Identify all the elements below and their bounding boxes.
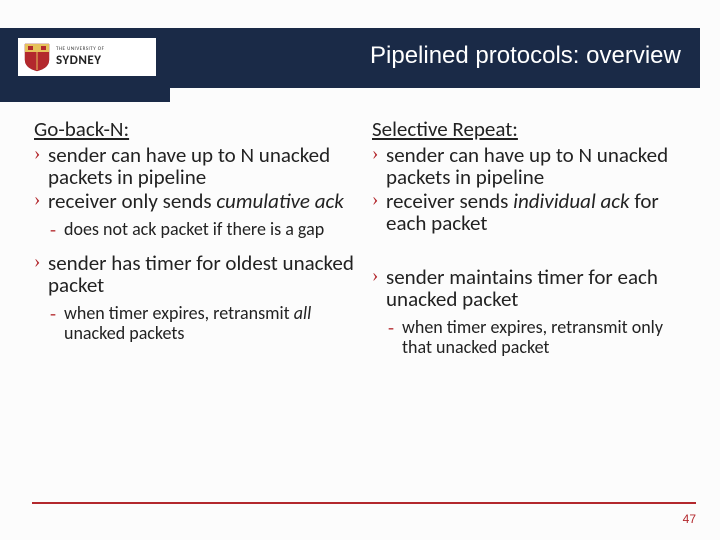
accent-block bbox=[0, 88, 170, 102]
bullet-mark: › bbox=[372, 190, 378, 210]
text-italic: all bbox=[294, 302, 312, 324]
university-logo: THE UNIVERSITY OF SYDNEY bbox=[18, 38, 156, 76]
logo-subtitle: THE UNIVERSITY OF bbox=[56, 47, 104, 52]
text: sender can have up to N unacked packets … bbox=[48, 142, 330, 190]
gbn-sub-1: -does not ack packet if there is a gap bbox=[50, 220, 354, 240]
text: when timer expires, retransmit only that… bbox=[402, 316, 663, 358]
bullet-mark: › bbox=[34, 190, 40, 210]
sr-sub-1: -when timer expires, retransmit only tha… bbox=[388, 318, 692, 358]
dash-mark: - bbox=[388, 318, 394, 338]
slide-title: Pipelined protocols: overview bbox=[370, 42, 700, 70]
gbn-bullet-2: › receiver only sends cumulative ack bbox=[34, 190, 354, 212]
bullet-mark: › bbox=[34, 144, 40, 164]
shield-icon bbox=[24, 42, 50, 72]
text: does not ack packet if there is a gap bbox=[64, 218, 324, 240]
sr-bullet-1: › sender can have up to N unacked packets… bbox=[372, 144, 692, 188]
text: sender maintains timer for each unacked … bbox=[386, 264, 658, 312]
left-column: Go-back-N: › sender can have up to N unac… bbox=[34, 116, 354, 358]
gbn-heading: Go-back-N: bbox=[34, 116, 354, 142]
sr-bullet-3: › sender maintains timer for each unacked… bbox=[372, 266, 692, 310]
page-number: 47 bbox=[683, 512, 696, 526]
gbn-bullet-1: › sender can have up to N unacked packets… bbox=[34, 144, 354, 188]
text: receiver only sends bbox=[48, 188, 216, 214]
right-column: Selective Repeat: › sender can have up to… bbox=[372, 116, 692, 358]
content: Go-back-N: › sender can have up to N unac… bbox=[34, 116, 692, 358]
bullet-mark: › bbox=[372, 144, 378, 164]
sr-heading: Selective Repeat: bbox=[372, 116, 692, 142]
logo-text: THE UNIVERSITY OF SYDNEY bbox=[56, 47, 104, 67]
logo-name: SYDNEY bbox=[56, 54, 104, 67]
bullet-mark: › bbox=[34, 252, 40, 272]
gbn-bullet-3: › sender has timer for oldest unacked pac… bbox=[34, 252, 354, 296]
text: sender can have up to N unacked packets … bbox=[386, 142, 668, 190]
header: THE UNIVERSITY OF SYDNEY Pipelined proto… bbox=[0, 28, 720, 88]
text: when timer expires, retransmit bbox=[64, 302, 294, 324]
gbn-sub-2: -when timer expires, retransmit all unac… bbox=[50, 304, 354, 344]
footer-divider bbox=[32, 502, 696, 504]
text-italic: individual ack bbox=[513, 188, 629, 214]
text-italic: cumulative ack bbox=[216, 188, 343, 214]
bullet-mark: › bbox=[372, 266, 378, 286]
dash-mark: - bbox=[50, 220, 56, 240]
sr-bullet-2: ›receiver sends individual ack for each … bbox=[372, 190, 692, 234]
dash-mark: - bbox=[50, 304, 56, 324]
text: sender has timer for oldest unacked pack… bbox=[48, 250, 354, 298]
text: unacked packets bbox=[64, 322, 184, 344]
